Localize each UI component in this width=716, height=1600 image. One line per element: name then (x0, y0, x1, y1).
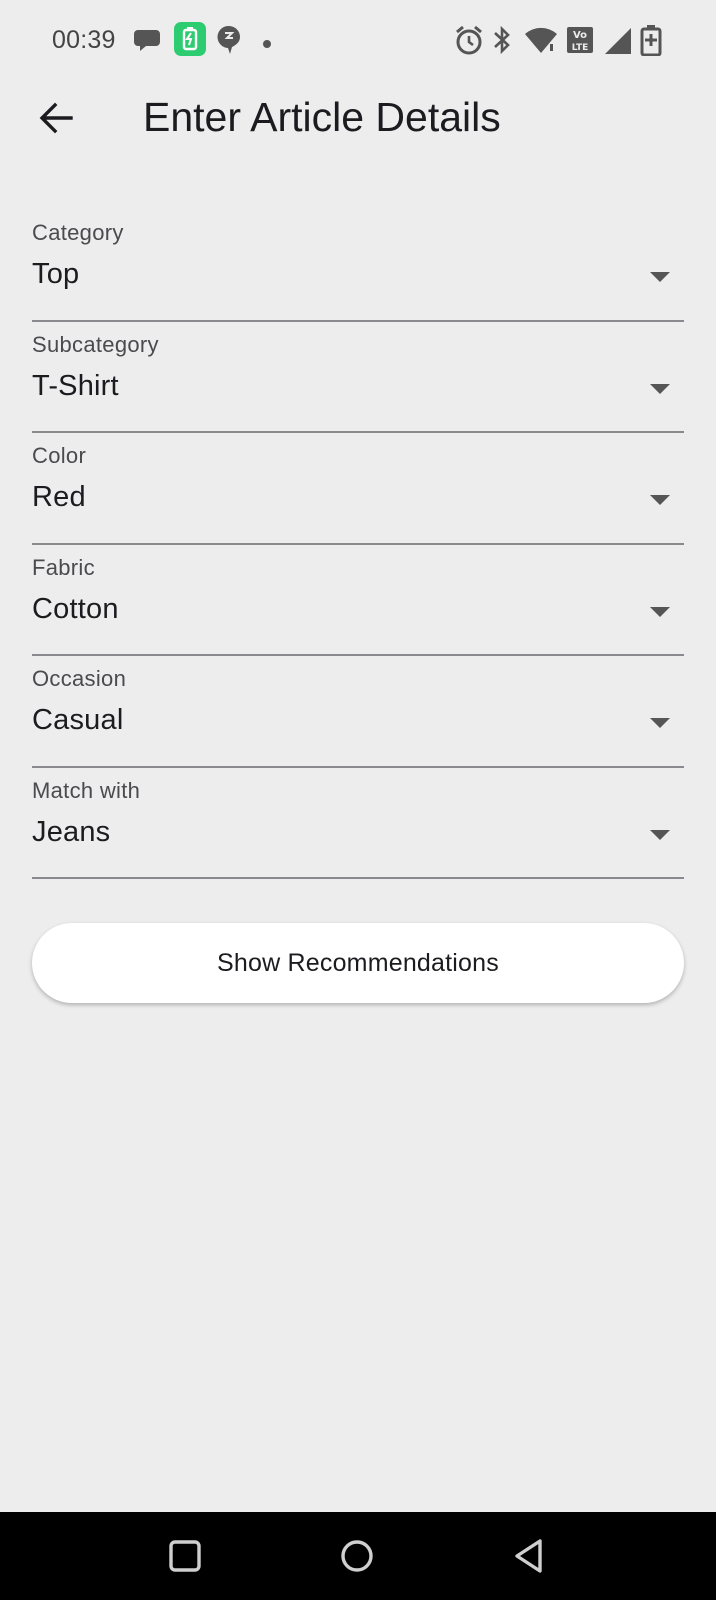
color-dropdown[interactable]: Color Red (32, 433, 684, 545)
more-dot-icon (262, 36, 272, 54)
category-value: Top (32, 258, 80, 290)
status-bar: 00:39 Vo LTE (0, 0, 716, 84)
show-recommendations-button[interactable]: Show Recommendations (32, 923, 684, 1003)
page-title: Enter Article Details (143, 94, 501, 140)
occasion-value: Casual (32, 704, 124, 736)
dropdown-arrow-icon (650, 495, 670, 505)
volte-icon: Vo LTE (566, 24, 594, 61)
signal-icon (604, 24, 632, 61)
svg-text:Vo: Vo (573, 30, 587, 41)
wifi-icon (524, 24, 558, 61)
subcategory-value: T-Shirt (32, 369, 119, 402)
battery-charging-icon (640, 24, 662, 61)
match-with-label: Match with (32, 777, 141, 803)
fabric-label: Fabric (32, 554, 95, 580)
occasion-dropdown[interactable]: Occasion Casual (32, 656, 684, 768)
back-button[interactable] (28, 92, 84, 148)
bluetooth-icon (492, 24, 512, 61)
subcategory-label: Subcategory (32, 331, 159, 357)
match-with-value: Jeans (32, 815, 111, 848)
home-circle-icon[interactable] (331, 1530, 383, 1582)
back-triangle-icon[interactable] (503, 1530, 555, 1582)
subcategory-dropdown[interactable]: Subcategory T-Shirt (32, 322, 684, 433)
system-nav-bar (0, 1512, 716, 1600)
recents-square-icon[interactable] (159, 1530, 211, 1582)
dropdown-arrow-icon (650, 272, 670, 282)
chat-bubbles-icon (134, 24, 164, 61)
dropdown-arrow-icon (650, 718, 670, 728)
dropdown-arrow-icon (650, 829, 670, 840)
fabric-dropdown[interactable]: Fabric Cotton (32, 545, 684, 656)
category-dropdown[interactable]: Category Top (32, 210, 684, 322)
category-label: Category (32, 220, 124, 245)
status-time: 00:39 (52, 26, 116, 54)
match-with-dropdown[interactable]: Match with Jeans (32, 768, 684, 879)
battery-saver-app-icon (174, 22, 206, 61)
dropdown-arrow-icon (650, 383, 670, 394)
color-value: Red (32, 481, 86, 513)
dropdown-arrow-icon (650, 606, 670, 617)
occasion-label: Occasion (32, 666, 127, 691)
arrow-back-icon (38, 100, 74, 141)
article-details-form: Category Top Subcategory T-Shirt Color R… (32, 210, 684, 879)
app-bar: Enter Article Details (0, 84, 716, 152)
alarm-icon (454, 24, 484, 61)
notification-app-icon (216, 24, 242, 61)
svg-text:LTE: LTE (572, 43, 589, 53)
color-label: Color (32, 443, 87, 468)
fabric-value: Cotton (32, 592, 119, 625)
